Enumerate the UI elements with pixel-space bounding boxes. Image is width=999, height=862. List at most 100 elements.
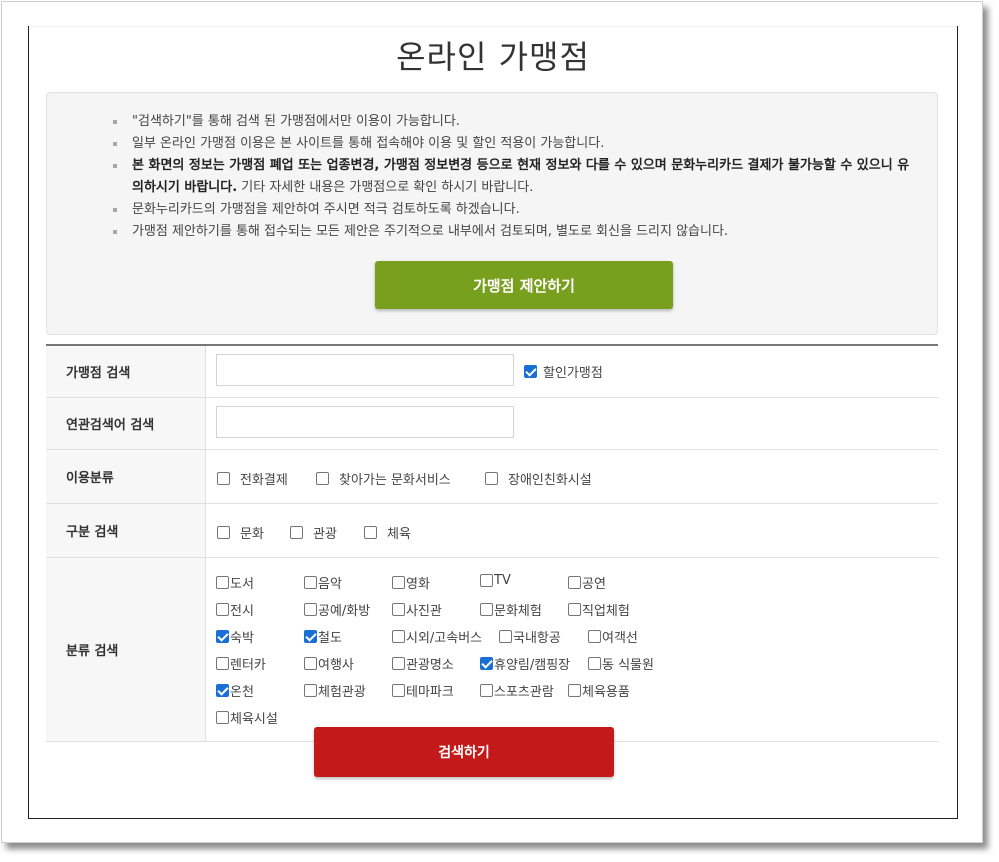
category-option[interactable]: TV <box>480 573 511 588</box>
usage-checkbox[interactable] <box>316 472 329 485</box>
category-checkbox[interactable] <box>568 684 581 697</box>
category-option-label: 여객선 <box>602 631 638 646</box>
category-option-label: 공연 <box>582 577 606 592</box>
notice-list: "검색하기"를 통해 검색 된 가맹점에서만 이용이 가능합니다. 일부 온라인… <box>113 111 913 243</box>
category-option-label: 도서 <box>230 577 254 592</box>
category-option-label: 관광명소 <box>406 658 454 673</box>
category-checkbox[interactable] <box>216 603 229 616</box>
category-checkbox[interactable] <box>588 630 601 643</box>
usage-option-label: 찾아가는 문화서비스 <box>339 473 451 488</box>
category-checkbox[interactable] <box>392 684 405 697</box>
row-store-search: 가맹점 검색 할인가맹점 <box>46 346 938 398</box>
category-checkbox[interactable] <box>480 574 493 587</box>
usage-checkbox[interactable] <box>217 472 230 485</box>
category-option[interactable]: 철도 <box>304 627 342 646</box>
discount-label: 할인가맹점 <box>543 366 603 381</box>
category-checkbox[interactable] <box>304 630 317 643</box>
usage-cell: 전화결제 찾아가는 문화서비스 장애인친화시설 <box>206 450 938 503</box>
division-option[interactable]: 관광 <box>290 523 337 542</box>
category-option[interactable]: 체험관광 <box>304 681 366 700</box>
usage-option-label: 장애인친화시설 <box>508 473 592 488</box>
category-option[interactable]: 공연 <box>568 573 606 592</box>
category-checkbox[interactable] <box>480 684 493 697</box>
category-checkbox[interactable] <box>480 657 493 670</box>
category-checkbox[interactable] <box>392 630 405 643</box>
category-checkbox[interactable] <box>392 603 405 616</box>
category-option[interactable]: 공예/화방 <box>304 600 370 619</box>
store-search-input[interactable] <box>216 354 514 386</box>
usage-option[interactable]: 전화결제 <box>217 469 288 488</box>
search-button[interactable]: 검색하기 <box>314 727 614 777</box>
category-option[interactable]: 도서 <box>216 573 254 592</box>
category-option-label: 테마파크 <box>406 685 454 700</box>
category-checkbox[interactable] <box>216 711 229 724</box>
category-checkbox[interactable] <box>304 657 317 670</box>
category-option[interactable]: 온천 <box>216 681 254 700</box>
content-panel: 온라인 가맹점 "검색하기"를 통해 검색 된 가맹점에서만 이용이 가능합니다… <box>28 26 958 819</box>
category-option[interactable]: 국내항공 <box>499 627 561 646</box>
row-usage: 이용분류 전화결제 찾아가는 문화서비스 장애인친화시설 <box>46 450 938 504</box>
category-option-label: 숙박 <box>230 631 254 646</box>
category-option[interactable]: 체육시설 <box>216 708 278 727</box>
usage-option[interactable]: 찾아가는 문화서비스 <box>316 469 451 488</box>
division-checkbox[interactable] <box>290 526 303 539</box>
category-checkbox[interactable] <box>216 630 229 643</box>
division-checkbox[interactable] <box>364 526 377 539</box>
category-checkbox[interactable] <box>216 684 229 697</box>
notice-item: "검색하기"를 통해 검색 된 가맹점에서만 이용이 가능합니다. <box>113 111 913 133</box>
category-option-label: 직업체험 <box>582 604 630 619</box>
category-option-label: 음악 <box>318 577 342 592</box>
category-option[interactable]: 시외/고속버스 <box>392 627 482 646</box>
category-option[interactable]: 전시 <box>216 600 254 619</box>
category-cell: 도서 음악 영화 TV 공연전시 공예/화방 사진관 문화체험 직업체험숙박 철도 시외/고속버스 국… <box>206 558 938 741</box>
category-checkbox[interactable] <box>568 576 581 589</box>
category-checkbox[interactable] <box>216 657 229 670</box>
category-option[interactable]: 휴양림/캠핑장 <box>480 654 570 673</box>
division-cell: 문화 관광 체육 <box>206 504 938 557</box>
discount-checkbox[interactable] <box>524 365 537 378</box>
category-option-label: 동 식물원 <box>602 658 654 673</box>
category-checkbox[interactable] <box>392 576 405 589</box>
category-option[interactable]: 여객선 <box>588 627 638 646</box>
category-option-label: 문화체험 <box>494 604 542 619</box>
category-option[interactable]: 스포츠관람 <box>480 681 554 700</box>
store-search-label: 가맹점 검색 <box>46 346 206 397</box>
category-option[interactable]: 관광명소 <box>392 654 454 673</box>
division-option[interactable]: 체육 <box>364 523 411 542</box>
notice-item: 문화누리카드의 가맹점을 제안하여 주시면 적극 검토하도록 하겠습니다. <box>113 199 913 221</box>
category-option[interactable]: 문화체험 <box>480 600 542 619</box>
category-checkbox[interactable] <box>499 630 512 643</box>
category-checkbox[interactable] <box>304 603 317 616</box>
division-option-label: 관광 <box>313 527 337 542</box>
category-option[interactable]: 직업체험 <box>568 600 630 619</box>
usage-checkbox[interactable] <box>485 472 498 485</box>
category-option[interactable]: 테마파크 <box>392 681 454 700</box>
category-option[interactable]: 영화 <box>392 573 430 592</box>
suggest-store-button[interactable]: 가맹점 제안하기 <box>375 261 673 309</box>
notice-warning-text: 기타 자세한 내용은 가맹점으로 확인 하시기 바랍니다. <box>237 180 534 195</box>
category-checkbox[interactable] <box>588 657 601 670</box>
notice-item-warning: 본 화면의 정보는 가맹점 폐업 또는 업종변경, 가맹점 정보변경 등으로 현… <box>113 155 913 199</box>
related-search-cell <box>206 398 938 449</box>
category-option[interactable]: 사진관 <box>392 600 442 619</box>
usage-option[interactable]: 장애인친화시설 <box>485 469 592 488</box>
category-option[interactable]: 동 식물원 <box>588 654 654 673</box>
category-option-label: 온천 <box>230 685 254 700</box>
category-option[interactable]: 음악 <box>304 573 342 592</box>
category-checkbox[interactable] <box>568 603 581 616</box>
category-checkbox[interactable] <box>216 576 229 589</box>
related-search-input[interactable] <box>216 406 514 438</box>
category-checkbox[interactable] <box>392 657 405 670</box>
category-checkbox[interactable] <box>304 684 317 697</box>
division-option[interactable]: 문화 <box>217 523 264 542</box>
division-checkbox[interactable] <box>217 526 230 539</box>
category-option[interactable]: 여행사 <box>304 654 354 673</box>
discount-option[interactable]: 할인가맹점 <box>524 362 603 381</box>
category-checkbox[interactable] <box>304 576 317 589</box>
category-checkbox[interactable] <box>480 603 493 616</box>
category-option[interactable]: 렌터카 <box>216 654 266 673</box>
page-title: 온라인 가맹점 <box>396 38 590 76</box>
category-option-label: 사진관 <box>406 604 442 619</box>
category-option[interactable]: 체육용품 <box>568 681 630 700</box>
category-option[interactable]: 숙박 <box>216 627 254 646</box>
